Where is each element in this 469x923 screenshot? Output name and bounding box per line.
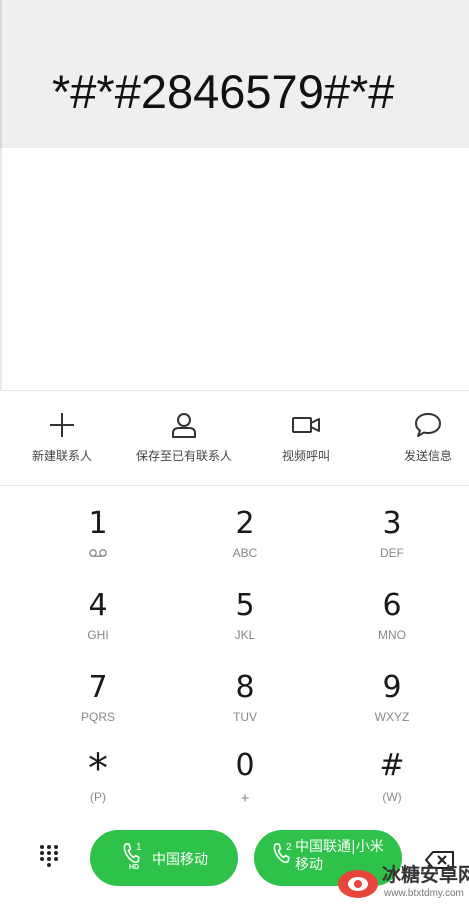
key-5[interactable]: 5 JKL [185, 568, 305, 650]
message-bubble-icon [415, 413, 441, 437]
sim-number: 2 [286, 842, 292, 853]
key-letters: (P) [90, 790, 106, 804]
key-star[interactable]: * (P) [38, 732, 158, 814]
key-letters: (W) [382, 790, 402, 804]
watermark-title: 冰糖安卓网 [382, 864, 469, 886]
key-letters: ABC [232, 546, 258, 560]
key-digit: * [88, 746, 108, 792]
watermark-logo-icon [338, 870, 378, 898]
dialpad-toggle-button[interactable] [34, 842, 64, 872]
number-display: *#*#2846579#*# [0, 0, 469, 148]
key-letters: JKL [234, 628, 256, 642]
send-message-label: 发送信息 [403, 449, 452, 463]
key-digit: 3 [382, 506, 402, 541]
key-letters: MNO [378, 628, 406, 642]
video-camera-icon [292, 417, 320, 433]
dialpad-grid-icon [40, 845, 58, 867]
key-1[interactable]: 1 [38, 486, 158, 568]
send-message-button[interactable]: 发送信息 [392, 391, 464, 487]
dial-keypad: 1 2 ABC 3 DEF 4 GHI 5 JKL 6 MNO 7 PQRS 8… [0, 486, 469, 816]
voicemail-icon [38, 546, 158, 561]
key-letters: GHI [87, 628, 109, 642]
watermark-url: www.btxtdmy.com [384, 888, 464, 899]
person-icon [172, 413, 196, 438]
key-hash[interactable]: # (W) [332, 732, 452, 814]
actions-bar: 新建联系人 保存至已有联系人 视频呼叫 发送信息 [0, 390, 469, 486]
key-digit: 4 [88, 588, 108, 623]
key-letters: TUV [233, 710, 257, 724]
dialed-number[interactable]: *#*#2846579#*# [52, 64, 394, 119]
video-call-button[interactable]: 视频呼叫 [270, 391, 342, 487]
key-6[interactable]: 6 MNO [332, 568, 452, 650]
save-to-existing-contact-label: 保存至已有联系人 [135, 449, 232, 463]
key-9[interactable]: 9 WXYZ [332, 650, 452, 732]
carrier-label: 中国移动 [152, 852, 208, 868]
site-watermark: 冰糖安卓网 www.btxtdmy.com [336, 856, 469, 918]
hd-badge: HD [129, 864, 140, 871]
key-4[interactable]: 4 GHI [38, 568, 158, 650]
key-digit: 8 [235, 670, 255, 705]
key-digit: # [379, 748, 405, 783]
plus-icon [50, 413, 74, 437]
key-digit: 7 [88, 670, 108, 705]
key-2[interactable]: 2 ABC [185, 486, 305, 568]
save-to-existing-contact-button[interactable]: 保存至已有联系人 [130, 391, 238, 487]
suggestions-area [0, 148, 469, 390]
key-8[interactable]: 8 TUV [185, 650, 305, 732]
key-letters: + [240, 790, 250, 807]
key-digit: 0 [235, 748, 255, 783]
key-3[interactable]: 3 DEF [332, 486, 452, 568]
video-call-label: 视频呼叫 [281, 449, 330, 463]
sim-number: 1 [136, 842, 142, 853]
key-digit: 9 [382, 670, 402, 705]
key-7[interactable]: 7 PQRS [38, 650, 158, 732]
new-contact-button[interactable]: 新建联系人 [22, 391, 102, 487]
new-contact-label: 新建联系人 [31, 449, 92, 463]
call-sim1-button[interactable]: 1 HD 中国移动 [90, 830, 238, 886]
key-digit: 1 [88, 506, 108, 541]
key-digit: 2 [235, 506, 255, 541]
key-letters: PQRS [80, 710, 115, 724]
key-letters: WXYZ [374, 710, 410, 724]
key-0[interactable]: 0 + [185, 732, 305, 814]
key-letters: DEF [380, 546, 404, 560]
key-digit: 6 [382, 588, 402, 623]
key-digit: 5 [235, 588, 255, 623]
